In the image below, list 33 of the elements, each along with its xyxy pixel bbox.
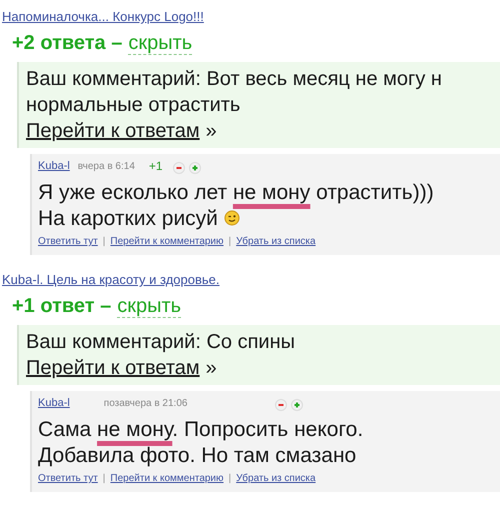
author-link[interactable]: Kuba-l [38, 158, 70, 174]
comment-time: позавчера в 21:06 [104, 396, 188, 410]
answers-link[interactable]: Перейти к ответам [26, 118, 200, 144]
separator-text: | [228, 472, 232, 486]
action-link[interactable]: Убрать из списка [236, 471, 316, 486]
author-link[interactable]: Kuba-l [38, 394, 70, 412]
comment-text: Ваш комментарий: Вот весь месяц не могу н [26, 67, 442, 92]
comment-text: нормальные отрастить [26, 93, 240, 118]
reply-count: +1 ответ – [12, 294, 112, 319]
smiley-icon [224, 210, 240, 226]
reply-text: Я уже есколько лет не мону отрастить))) На каротких рисуй [38, 180, 434, 232]
comment-time: вчера в 6:14 [78, 160, 135, 174]
action-link[interactable]: Убрать из списка [236, 234, 316, 249]
reply-count: +2 ответа – [12, 31, 122, 56]
answers-link[interactable]: Перейти к ответам [26, 355, 200, 381]
vote-score: +1 [148, 158, 163, 175]
thread-link[interactable]: Напоминалочка... Конкурс Logo!!! [0, 8, 204, 26]
reply-text: Сама не мону. Попросить некого. Добавила фото. Но там смазано [38, 417, 364, 469]
thread-link[interactable]: Kuba-l. Цель на красоту и здоровье. [0, 271, 220, 289]
plus-icon[interactable] [188, 162, 201, 174]
plus-icon[interactable] [291, 399, 304, 411]
separator-text: | [102, 235, 106, 249]
action-link[interactable]: Перейти к комментарию [110, 234, 224, 249]
action-link[interactable]: Перейти к комментарию [110, 471, 224, 486]
arrow-text: » [206, 119, 217, 144]
arrow-text: » [206, 356, 217, 381]
action-link[interactable]: Ответить тут [38, 471, 98, 486]
separator-text: | [228, 235, 232, 249]
action-link[interactable]: Ответить тут [38, 234, 98, 249]
minus-icon[interactable] [275, 399, 288, 411]
minus-icon[interactable] [172, 162, 185, 174]
separator-text: | [102, 472, 106, 486]
comment-text: Ваш комментарий: Со спины [26, 330, 296, 355]
